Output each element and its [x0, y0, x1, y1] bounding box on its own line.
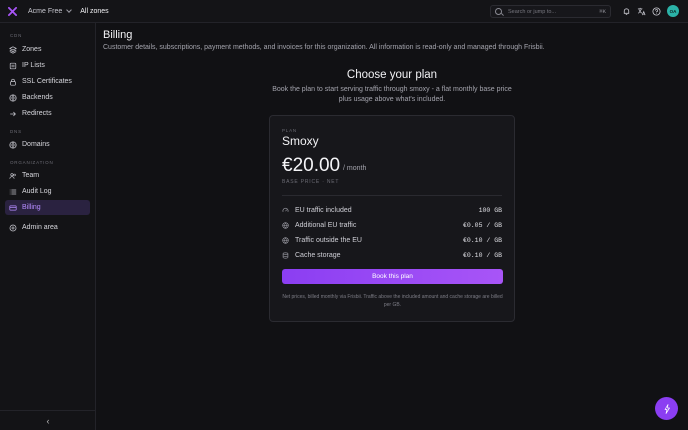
gauge-icon — [282, 207, 289, 214]
section-label-cdn: CDN — [10, 33, 23, 38]
chevron-left-icon: ‹ — [46, 415, 50, 426]
plan-card: PLAN Smoxy €20.00 / month BASE PRICE · N… — [269, 115, 515, 322]
globe-icon — [282, 221, 289, 229]
sidebar-item-label: Admin area — [22, 224, 58, 231]
sidebar-item-zones[interactable]: Zones — [5, 42, 90, 57]
sidebar-item-label: Domains — [22, 141, 50, 148]
price-note: BASE PRICE · NET — [282, 179, 340, 185]
plan-label: PLAN — [282, 128, 297, 133]
billing-footnote: Net prices, billed monthly via Frisbii. … — [282, 294, 503, 308]
redirect-icon — [9, 110, 17, 118]
sidebar-item-ip-lists[interactable]: IP Lists — [5, 58, 90, 73]
plan-price: €20.00 — [282, 155, 341, 176]
sidebar-item-billing[interactable]: Billing — [5, 200, 90, 215]
translate-icon[interactable] — [637, 7, 646, 16]
zone-breadcrumb[interactable]: All zones — [80, 8, 108, 15]
sparkle-icon — [664, 403, 670, 414]
sidebar-item-label: Audit Log — [22, 188, 52, 195]
choose-plan-heading: Choose your plan — [346, 69, 438, 81]
sidebar-item-label: SSL Certificates — [22, 78, 72, 85]
search-icon — [495, 8, 502, 15]
search-box[interactable]: ⌘K — [490, 5, 611, 18]
collapse-sidebar-button[interactable]: ‹ — [0, 410, 96, 430]
sidebar-item-label: Backends — [22, 94, 53, 101]
app-logo[interactable] — [0, 0, 24, 23]
plan-feature-row: Traffic outside the EU €0.10 / GB — [282, 234, 502, 246]
globe-icon — [9, 93, 17, 102]
sidebar-item-label: IP Lists — [22, 62, 45, 69]
admin-icon — [9, 224, 17, 232]
globe-icon — [9, 140, 17, 149]
team-icon — [9, 172, 17, 180]
sidebar-item-ssl-certificates[interactable]: SSL Certificates — [5, 74, 90, 89]
sidebar-item-label: Redirects — [22, 110, 52, 117]
main-content: Billing Customer details, subscriptions,… — [96, 23, 688, 430]
sidebar-item-backends[interactable]: Backends — [5, 90, 90, 105]
top-bar: Acme Free All zones ⌘K OA — [0, 0, 688, 23]
logo-icon — [7, 6, 17, 16]
feature-value: €0.05 / GB — [462, 221, 502, 229]
plan-feature-row: EU traffic included 100 GB — [282, 204, 502, 216]
credit-card-icon — [9, 204, 17, 212]
feature-value: €0.10 / GB — [462, 251, 502, 259]
sidebar-item-redirects[interactable]: Redirects — [5, 106, 90, 121]
choose-plan-subtitle: Book the plan to start serving traffic t… — [272, 86, 512, 103]
book-plan-button[interactable]: Book this plan — [282, 269, 503, 284]
avatar[interactable]: OA — [667, 5, 679, 17]
feature-label: Cache storage — [295, 251, 341, 259]
sidebar-item-label: Zones — [22, 46, 42, 53]
feature-label: Traffic outside the EU — [295, 236, 362, 244]
sidebar: CDN Zones IP Lists SSL Certificates Back… — [0, 23, 96, 430]
search-shortcut: ⌘K — [599, 8, 606, 15]
plan-period: / month — [343, 165, 367, 172]
plan-name: Smoxy — [282, 134, 319, 148]
feature-value: 100 GB — [478, 206, 502, 214]
feature-label: EU traffic included — [295, 206, 352, 214]
section-label-organization: ORGANIZATION — [10, 160, 54, 165]
org-label: Acme Free — [28, 7, 63, 15]
search-input[interactable] — [508, 8, 588, 15]
divider — [282, 195, 502, 196]
assistant-fab-button[interactable] — [655, 397, 678, 420]
org-switcher[interactable]: Acme Free — [28, 6, 73, 15]
sidebar-item-team[interactable]: Team — [5, 168, 90, 183]
list-icon — [9, 188, 17, 196]
globe-icon — [282, 236, 289, 244]
sidebar-item-admin-area[interactable]: Admin area — [5, 220, 90, 235]
help-icon[interactable] — [652, 6, 661, 16]
plan-feature-row: Additional EU traffic €0.05 / GB — [282, 219, 502, 231]
plan-feature-row: Cache storage €0.10 / GB — [282, 249, 502, 261]
sidebar-item-label: Billing — [22, 204, 41, 211]
page-description: Customer details, subscriptions, payment… — [103, 44, 545, 51]
sidebar-item-domains[interactable]: Domains — [5, 137, 90, 152]
lock-icon — [9, 78, 17, 86]
feature-label: Additional EU traffic — [295, 221, 357, 229]
database-icon — [282, 252, 289, 259]
bell-icon[interactable] — [622, 7, 631, 16]
ip-list-icon — [9, 62, 17, 70]
sidebar-item-audit-log[interactable]: Audit Log — [5, 184, 90, 199]
section-label-dns: DNS — [10, 129, 22, 134]
sidebar-item-label: Team — [22, 172, 40, 179]
page-title: Billing — [103, 29, 133, 41]
chevron-down-icon — [66, 6, 73, 13]
zones-icon — [9, 45, 17, 54]
feature-value: €0.10 / GB — [462, 236, 502, 244]
